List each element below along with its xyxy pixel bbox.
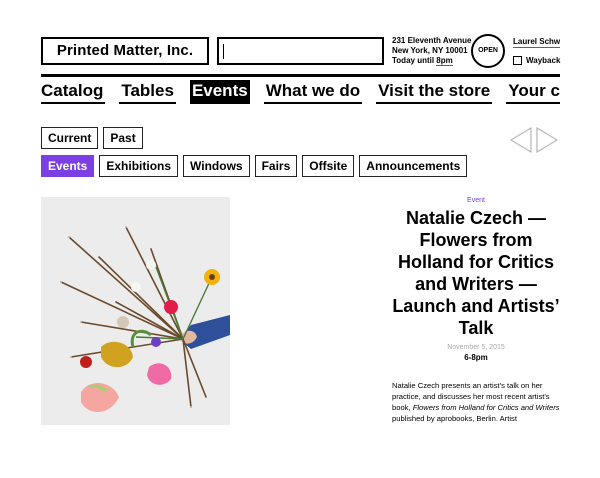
nav-events[interactable]: Events (189, 80, 250, 104)
wayback-label: Wayback (526, 56, 561, 65)
triangle-right-icon[interactable] (536, 127, 558, 153)
tab-fairs[interactable]: Fairs (254, 155, 298, 177)
address-line-1: 231 Eleventh Avenue (392, 36, 472, 45)
tab-events[interactable]: Events (41, 155, 95, 177)
tab-offsite[interactable]: Offsite (302, 155, 355, 177)
nav-your-cart[interactable]: Your cart (506, 80, 560, 104)
tab-exhibitions[interactable]: Exhibitions (99, 155, 179, 177)
tab-windows[interactable]: Windows (183, 155, 250, 177)
desc-text-2: published by aprobooks, Berlin. Artist (392, 414, 517, 423)
event-header: Event Natalie Czech — Flowers from Holla… (392, 196, 560, 363)
address-line-2: New York, NY 10001 (392, 46, 468, 55)
tab-announcements[interactable]: Announcements (359, 155, 468, 177)
logo[interactable]: Printed Matter, Inc. (41, 37, 209, 65)
hours-value: 8pm (436, 56, 453, 66)
hours-prefix: Today until (392, 56, 437, 65)
nav-catalog[interactable]: Catalog (41, 80, 106, 104)
book-title: Flowers from Holland for Critics and Wri… (412, 403, 560, 412)
open-status-badge: OPEN (471, 34, 505, 68)
nav-visit-the-store[interactable]: Visit the store (376, 80, 493, 104)
event-description: Natalie Czech presents an artist's talk … (392, 380, 560, 426)
event-time: 6-8pm (464, 353, 488, 362)
store-address: 231 Eleventh Avenue New York, NY 10001 T… (392, 36, 471, 66)
wayback-checkbox[interactable] (513, 56, 522, 65)
event-date: November 5, 2015 (447, 344, 505, 351)
search-input[interactable] (219, 39, 382, 63)
search-box[interactable] (217, 37, 384, 65)
event-image[interactable] (41, 197, 230, 425)
text-caret (223, 44, 224, 59)
flower-bouquet-illustration (41, 197, 230, 425)
time-filter-tabs: Current Past (41, 127, 143, 149)
category-tabs: Events Exhibitions Windows Fairs Offsite… (41, 155, 468, 177)
event-kicker[interactable]: Event (392, 196, 560, 206)
nav-what-we-do[interactable]: What we do (263, 80, 363, 104)
main-nav: Catalog Tables Events What we do Visit t… (41, 80, 560, 104)
user-account-link[interactable]: Laurel Schwulst (513, 37, 560, 48)
tab-past[interactable]: Past (103, 127, 143, 149)
nav-tables[interactable]: Tables (119, 80, 176, 104)
store-hours: Today until 8pm (392, 56, 471, 66)
event-title: Natalie Czech — Flowers from Holland for… (392, 208, 560, 338)
pager (510, 127, 558, 153)
triangle-left-icon[interactable] (510, 127, 532, 153)
wayback-toggle[interactable]: Wayback (513, 56, 560, 65)
tab-current[interactable]: Current (41, 127, 99, 149)
header-divider (41, 74, 560, 77)
